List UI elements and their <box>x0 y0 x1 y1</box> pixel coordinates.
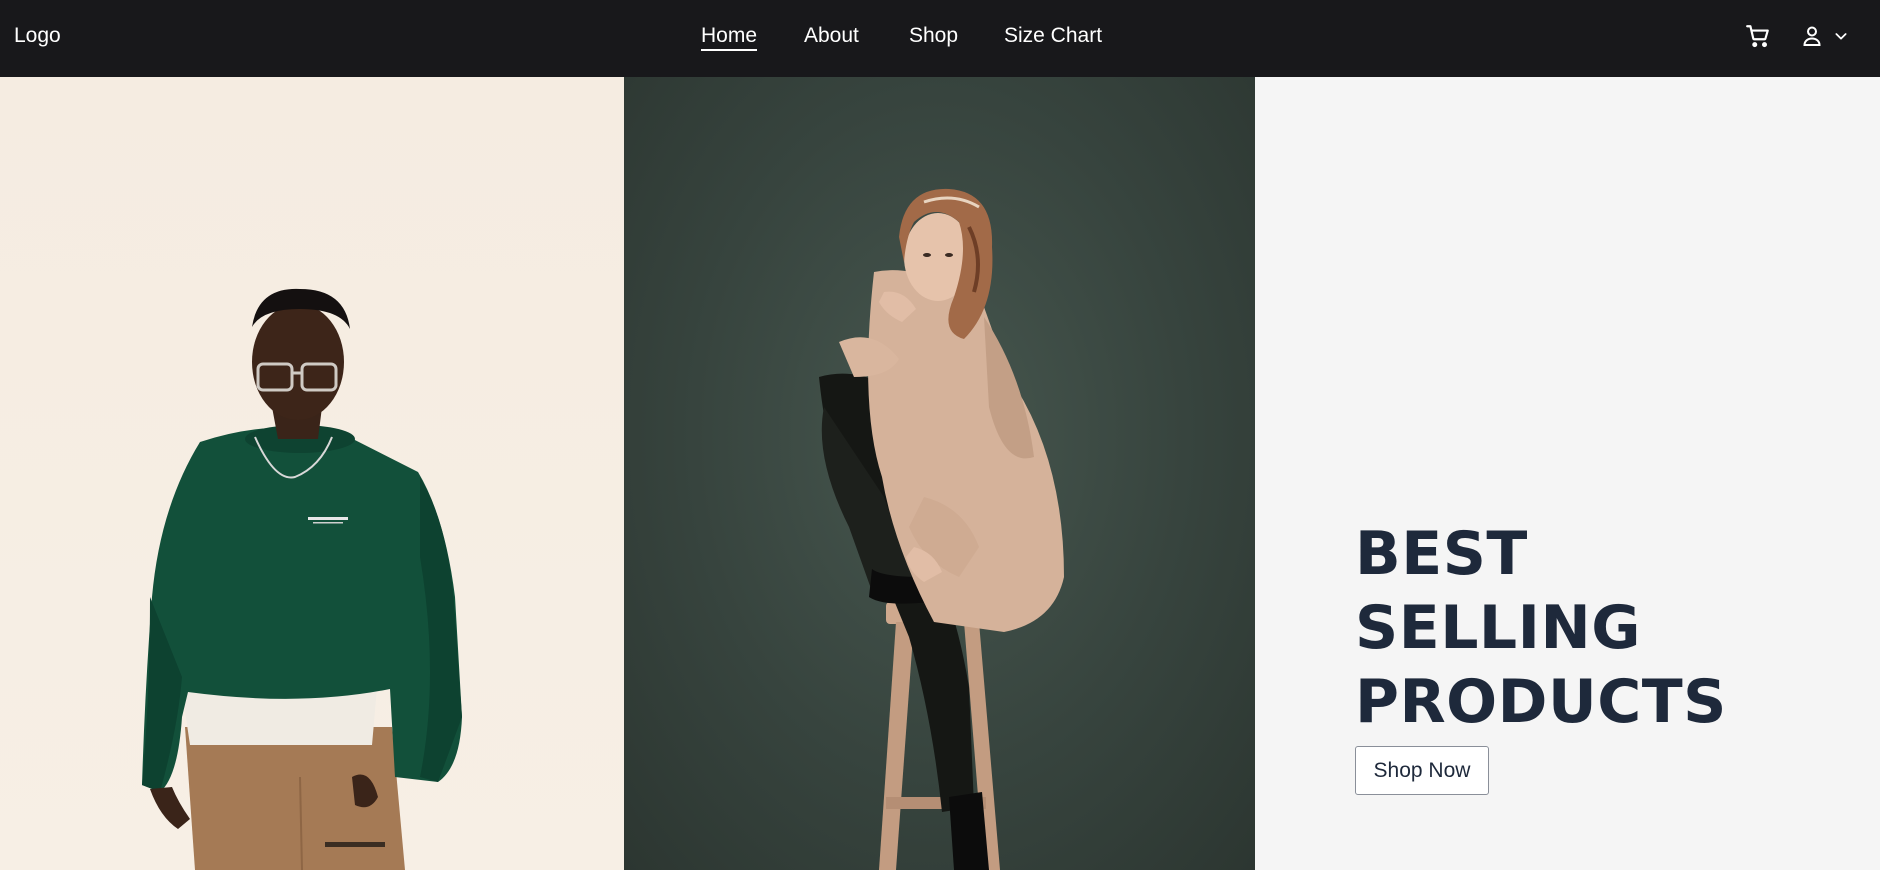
hero-image-model-beige-jacket <box>624 77 1255 870</box>
top-navbar: Logo Home About Shop Size Chart <box>0 0 1880 77</box>
main-nav: Home About Shop Size Chart <box>0 24 1880 52</box>
hero-image-model-green-sweatshirt <box>0 77 624 870</box>
model-illustration <box>142 288 462 870</box>
chevron-down-icon[interactable] <box>1829 21 1853 51</box>
nav-home-link[interactable]: Home <box>701 24 758 51</box>
headline-line-1: BEST <box>1355 519 1528 589</box>
cart-icon[interactable] <box>1743 21 1773 51</box>
user-icon[interactable] <box>1797 21 1827 51</box>
hero-headline: BEST SELLING PRODUCTS <box>1355 517 1727 739</box>
model-illustration <box>819 188 1064 870</box>
hero-section: BEST SELLING PRODUCTS Shop Now <box>0 77 1880 870</box>
shop-now-button[interactable]: Shop Now <box>1355 746 1489 795</box>
headline-line-2: SELLING <box>1355 593 1641 663</box>
headline-line-3: PRODUCTS <box>1355 667 1727 737</box>
nav-about-link[interactable]: About <box>804 24 859 48</box>
nav-size-chart-link[interactable]: Size Chart <box>1004 24 1102 48</box>
hero-text-panel: BEST SELLING PRODUCTS Shop Now <box>1255 77 1880 870</box>
nav-shop-link[interactable]: Shop <box>909 24 958 48</box>
